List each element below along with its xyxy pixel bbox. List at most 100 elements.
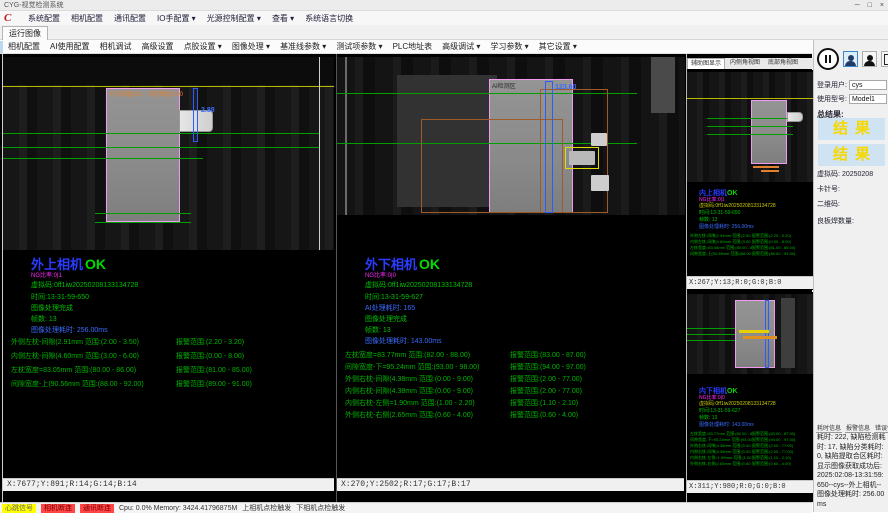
yellow-marker [739, 330, 769, 333]
ok-status: OK [85, 256, 106, 272]
model-value[interactable]: Model1 [849, 94, 887, 104]
right-sidebar: 登录用户: cys 使用型号: Model1 总结果: 结果 结果 虚拟码: 2… [813, 40, 888, 512]
pixel-coordinate-bar: X:311;Y:980;R:0;G:0;B:0 [687, 480, 813, 493]
tool-advanced-debug[interactable]: 高级调试 ▾ [442, 41, 480, 52]
measurement-text: 外侧右枕-右侧(2.65mm 范围:(0.60 - 4.00) [690, 461, 752, 467]
green-baseline [95, 213, 191, 214]
sidebar-buttons [817, 48, 888, 70]
maximize-icon[interactable]: □ [868, 2, 872, 9]
pixel-coordinate-bar: X:267;Y:13;R:0;G:0;B:0 [687, 276, 813, 289]
machine-block [781, 298, 795, 368]
tab-bottom-corner-view[interactable]: 底部角视图 [765, 58, 801, 69]
logout-button[interactable] [881, 51, 888, 67]
camera-viewport-outer-bottom[interactable]: AI检测区 123.60 [337, 57, 685, 215]
tool-camera-config[interactable]: 相机配置 [8, 41, 40, 52]
user-icon [848, 55, 854, 61]
camera-viewport-inner-top[interactable] [687, 72, 813, 182]
alarm-range-text: 报警范围:(1.10 - 2.10) [510, 398, 682, 410]
toolbar-accent [0, 41, 3, 53]
menu-io-config[interactable]: IO手配置 ▾ [157, 13, 196, 24]
tab-timing-info[interactable]: 耗时信息 [816, 423, 842, 433]
logout-door-icon [884, 54, 888, 65]
ai-region-label: AI检测区 [492, 81, 516, 90]
tool-baseline-params[interactable]: 基准线参数 ▾ [280, 41, 326, 52]
connector-part [787, 112, 803, 122]
blue-measure-line [765, 300, 769, 368]
pixel-coordinate-bar: X:270;Y:2502;R:17;G:17;B:17 [337, 478, 684, 491]
preview-tab-strip: 辅助图显示 内侧角视图 底部角视图 [687, 58, 813, 69]
login-user-value[interactable]: cys [849, 80, 887, 90]
comm-alarm-badge: 通讯断连 [80, 504, 114, 513]
measurement-row: 内侧右枕-左侧=1.90mm 范围:(1.00 - 2.20) 报警范围:(1.… [345, 398, 682, 410]
tool-learning-params[interactable]: 学习参数 ▾ [490, 41, 528, 52]
tool-advanced-settings[interactable]: 高级设置 [142, 41, 174, 52]
bright-feature [569, 151, 595, 165]
tab-aux-view[interactable]: 辅助图显示 [687, 58, 725, 69]
user-icon [867, 55, 873, 61]
elapsed-line: 图像处理耗时: 256.00ms [699, 223, 754, 230]
inspected-part-region [751, 100, 787, 164]
alarm-range-text: 报警范围:(0.60 - 4.00) [510, 410, 682, 422]
alarm-range-text: 报警范围:(2.20 - 3.20) [176, 337, 332, 351]
tab-error-info[interactable]: 错误信息 [874, 423, 888, 433]
operator-user-button[interactable] [843, 51, 858, 67]
camera-viewport-outer-top[interactable]: 2.88 灯光阈值:93，动态阈值:100 [3, 57, 334, 250]
model-label: 使用型号: [817, 94, 847, 104]
preview-inner-bottom: 内下相机OK NG比率:0|0 虚拟码:0ff1iw20250208133134… [687, 292, 813, 502]
menu-bar: C 系统配置 相机配置 通讯配置 IO手配置 ▾ 光源控制配置 ▾ 查看 ▾ 系… [0, 11, 888, 25]
measurement-results: 左枕宽度=83.77mm 范围:(82.00 - 88.00)报警范围:(83.… [690, 431, 812, 467]
measurement-row: 内侧右枕-间隙(4.38mm 范围:(0.00 - 9.00) 报警范围:(2.… [345, 386, 682, 398]
view-edge-line [319, 57, 320, 250]
minimize-icon[interactable]: ─ [855, 2, 860, 9]
ok-status: OK [727, 190, 738, 197]
alarm-range-text: 报警范围:(81.00 - 85.00) [176, 365, 332, 379]
tab-inner-corner-view[interactable]: 内侧角视图 [727, 58, 763, 69]
tool-camera-debug[interactable]: 相机调试 [100, 41, 132, 52]
tool-dispense-settings[interactable]: 点胶设置 ▾ [184, 41, 222, 52]
pause-button[interactable] [817, 48, 839, 70]
orange-marker [761, 170, 779, 172]
menu-light-config[interactable]: 光源控制配置 ▾ [207, 13, 261, 24]
menu-camera-config[interactable]: 相机配置 [71, 13, 103, 24]
top-camera-trigger[interactable]: 上相机点检触发 [242, 503, 291, 513]
blue-measure-line [545, 81, 553, 213]
model-field: 使用型号: Model1 [817, 94, 887, 104]
virtual-code-line: 虚拟码:0ff1iw20250208133134728 [365, 280, 472, 290]
tool-other-settings[interactable]: 其它设置 ▾ [539, 41, 577, 52]
ai-elapsed-line: AI处理耗时: 165 [365, 303, 415, 313]
pixel-coordinate-bar: X:7677;Y:891;R:14;G:14;B:14 [3, 478, 334, 491]
app-window: CYG-视觉检测系统 ─ □ × C 系统配置 相机配置 通讯配置 IO手配置 … [0, 0, 888, 522]
frame-count-line: 帧数: 13 [31, 314, 57, 324]
pin-number-label: 卡针号: [817, 184, 840, 194]
virtual-code-field: 虚拟码: 20250208 [817, 169, 873, 179]
panel-aux-previews: 辅助图显示 内侧角视图 底部角视图 内上相机OK [686, 54, 812, 502]
alarm-range-text: 报警范围:(94.00 - 97.00) [510, 362, 682, 374]
menu-language-switch[interactable]: 系统语言切换 [305, 13, 353, 24]
measurement-text: 内侧右枕-左侧=1.90mm 范围:(1.00 - 2.20) [345, 398, 510, 410]
tab-run-image[interactable]: 运行图像 [2, 26, 48, 40]
measurement-text: 外侧右枕-间隙(4.38mm 范围:(0.00 - 9.00) [345, 374, 510, 386]
tool-test-params[interactable]: 测试项参数 ▾ [336, 41, 382, 52]
tool-ai-config[interactable]: AI使用配置 [50, 41, 90, 52]
ng-ratio-note: NG比率:0|0 [365, 270, 396, 279]
menu-view[interactable]: 查看 ▾ [272, 13, 294, 24]
good-board-count-label: 良板焊数量: [817, 216, 854, 226]
yellow-highlight-box [565, 147, 599, 169]
close-icon[interactable]: × [880, 2, 884, 9]
app-logo-icon: C [4, 13, 17, 24]
tool-image-processing[interactable]: 图像处理 ▾ [232, 41, 270, 52]
tab-alarm-info[interactable]: 报警信息 [845, 423, 871, 433]
admin-user-button[interactable] [862, 51, 877, 67]
orange-marker [743, 336, 777, 339]
menu-comm-config[interactable]: 通讯配置 [114, 13, 146, 24]
tab-strip: 运行图像 [0, 25, 888, 40]
bottom-camera-trigger[interactable]: 下相机点检触发 [296, 503, 345, 513]
camera-viewport-inner-bottom[interactable] [687, 294, 813, 374]
measurement-text: 外侧右枕-右侧(2.65mm 范围:(0.60 - 4.00) [345, 410, 510, 422]
measurement-text: 左枕宽度=83.05mm 范围:(80.00 - 86.00) [11, 365, 176, 379]
qr-code-label: 二维码: [817, 199, 840, 209]
alarm-range-text: 报警范围:(2.00 - 77.00) [510, 374, 682, 386]
menu-system-config[interactable]: 系统配置 [28, 13, 60, 24]
tool-plc-address-table[interactable]: PLC地址表 [393, 41, 433, 52]
measure-value-label: 2.88 [201, 107, 215, 114]
